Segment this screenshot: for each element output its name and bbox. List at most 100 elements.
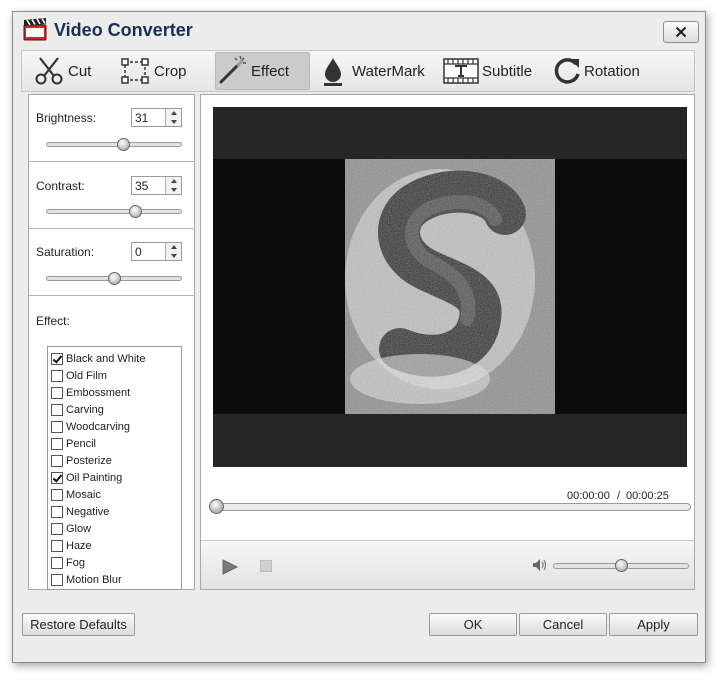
effect-option[interactable]: Old Film [51,367,107,384]
letterbox-bottom [213,414,687,467]
effect-settings-panel: Brightness: 31 Contrast: 35 Saturation: … [28,94,195,590]
effect-option[interactable]: Oil Painting [51,469,122,486]
close-icon [675,26,687,38]
effect-option[interactable]: Negative [51,503,109,520]
rotate-icon [554,58,580,84]
effect-checkbox[interactable] [51,505,63,518]
effect-checkbox[interactable] [51,420,63,433]
effect-checkbox[interactable] [51,352,63,365]
arrow-down-icon [170,119,177,124]
play-button[interactable] [221,559,239,575]
video-preview [213,107,687,467]
effect-option[interactable]: Haze [51,537,92,554]
seek-slider-knob[interactable] [209,499,224,514]
effect-option-label: Pencil [66,437,96,450]
tab-rotation[interactable]: Rotation [551,52,640,90]
effect-option-label: Fog [66,556,85,569]
cancel-button[interactable]: Cancel [519,613,607,636]
effect-checkbox[interactable] [51,573,63,586]
effect-checkbox[interactable] [51,454,63,467]
effect-option[interactable]: Woodcarving [51,418,130,435]
arrow-down-icon [170,253,177,258]
tab-crop-label: Crop [154,62,187,80]
effect-option[interactable]: Mosaic [51,486,101,503]
saturation-value: 0 [135,245,142,259]
effect-checkbox[interactable] [51,488,63,501]
tab-watermark[interactable]: WaterMark [317,52,425,90]
preview-panel: 00:00:00 / 00:00:25 [200,94,695,590]
effect-option[interactable]: Posterize [51,452,112,469]
clapperboard-icon [23,18,47,41]
effect-checkbox[interactable] [51,386,63,399]
ok-button[interactable]: OK [429,613,517,636]
contrast-slider[interactable] [46,205,182,218]
scissors-icon [35,57,63,85]
time-separator: / [617,490,621,502]
video-frame-image [345,159,555,414]
effect-option[interactable]: Fog [51,554,85,571]
contrast-value: 35 [135,179,149,193]
saturation-spinbox[interactable]: 0 [131,242,182,261]
apply-button[interactable]: Apply [609,613,698,636]
effect-option[interactable]: Embossment [51,384,130,401]
effect-option[interactable]: Black and White [51,350,145,367]
effect-option-label: Old Film [66,369,107,382]
effect-checkbox[interactable] [51,403,63,416]
effect-option[interactable]: Pencil [51,435,96,452]
seek-slider[interactable] [209,499,691,514]
letter-s-artwork [345,159,555,414]
tab-subtitle-label: Subtitle [482,62,533,80]
effect-option-label: Carving [66,403,104,416]
effect-checkbox[interactable] [51,539,63,552]
effect-checkbox[interactable] [51,437,63,450]
divider [29,295,194,296]
saturation-slider[interactable] [46,272,182,285]
tab-cut[interactable]: Cut [33,52,91,90]
contrast-label: Contrast: [36,179,85,193]
tab-subtitle[interactable]: Subtitle [443,52,532,90]
volume-icon[interactable] [532,558,548,572]
brightness-slider-knob[interactable] [117,138,131,151]
restore-defaults-button[interactable]: Restore Defaults [22,613,135,636]
playback-controls [201,540,694,589]
stop-button[interactable] [260,560,272,572]
contrast-decrement-button[interactable] [165,185,181,194]
arrow-up-icon [170,111,177,115]
brightness-decrement-button[interactable] [165,117,181,126]
effect-option-label: Embossment [66,386,131,399]
current-time: 00:00:00 [567,490,610,502]
brightness-spinbox[interactable]: 31 [131,108,182,127]
brightness-slider[interactable] [46,138,182,151]
close-button[interactable] [663,21,699,43]
subtitle-film-icon [443,58,479,84]
divider [29,228,194,229]
divider [29,161,194,162]
video-converter-window: Video Converter Cut Crop Effect WaterMar… [12,11,706,663]
window-title: Video Converter [54,20,193,40]
edit-toolbar: Cut Crop Effect WaterMark Subtitle Rotat… [21,50,695,92]
effect-option[interactable]: Motion Blur [51,571,122,588]
volume-slider-knob[interactable] [615,559,628,572]
tab-crop[interactable]: Crop [119,52,187,90]
water-drop-icon [324,58,342,86]
saturation-label: Saturation: [36,245,95,259]
effect-checkbox[interactable] [51,556,63,569]
letterbox-top [213,107,687,159]
effect-checkbox[interactable] [51,522,63,535]
contrast-spinbox[interactable]: 35 [131,176,182,195]
effect-checkbox[interactable] [51,471,63,484]
effect-option[interactable]: Carving [51,401,104,418]
arrow-up-icon [170,245,177,249]
effect-option-label: Oil Painting [66,471,123,484]
effect-option-label: Woodcarving [66,420,130,433]
saturation-decrement-button[interactable] [165,251,181,260]
tab-rotation-label: Rotation [584,62,640,80]
volume-slider[interactable] [553,559,689,572]
contrast-slider-knob[interactable] [129,205,143,218]
effect-checkbox[interactable] [51,369,63,382]
effect-option[interactable]: Glow [51,520,91,537]
title-bar: Video Converter [13,12,705,48]
effect-option-label: Motion Blur [66,573,122,586]
tab-effect[interactable]: Effect [215,52,310,90]
saturation-slider-knob[interactable] [108,272,121,285]
